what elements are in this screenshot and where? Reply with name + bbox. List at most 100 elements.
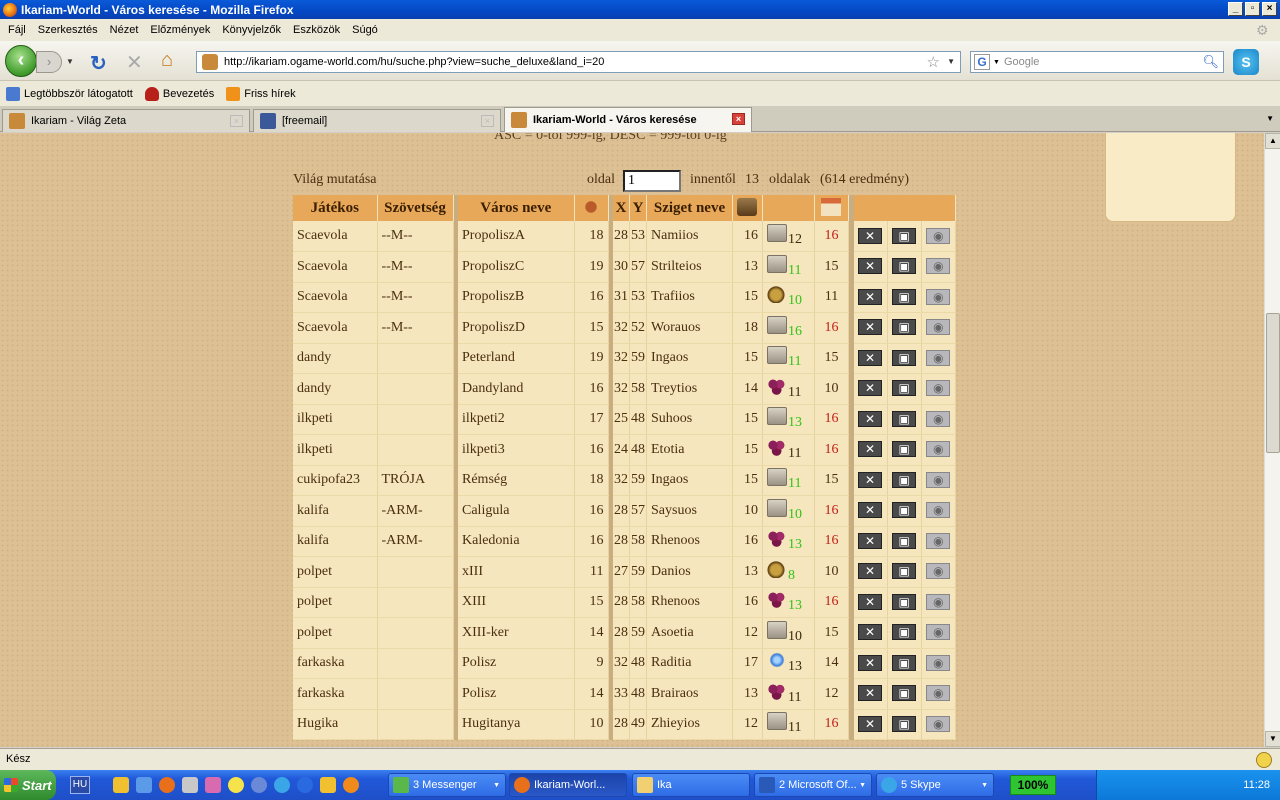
eye-icon[interactable]: ◉	[926, 288, 951, 305]
col-x[interactable]: X	[613, 195, 630, 221]
reload-button[interactable]: ↻	[90, 51, 107, 76]
city-cell[interactable]: PropoliszA	[458, 221, 575, 252]
menu-view[interactable]: Nézet	[104, 24, 145, 36]
city-cell[interactable]: xIII	[458, 556, 575, 588]
alliance-cell[interactable]	[377, 678, 454, 710]
player-cell[interactable]: polpet	[293, 587, 378, 618]
tab-city-search[interactable]: Ikariam-World - Város keresése ×	[504, 107, 752, 132]
island-cell[interactable]: Etotia	[646, 434, 733, 466]
player-cell[interactable]: dandy	[293, 373, 378, 405]
city-cell[interactable]: PropoliszB	[458, 282, 575, 313]
close-action-icon[interactable]: ✕	[858, 563, 883, 580]
island-cell[interactable]: Ingaos	[646, 465, 733, 496]
alliance-cell[interactable]	[377, 434, 454, 466]
quicklaunch-icon[interactable]	[182, 777, 198, 793]
alliance-cell[interactable]	[377, 617, 454, 649]
quicklaunch-icon[interactable]	[228, 777, 244, 793]
eye-icon[interactable]: ◉	[926, 685, 951, 702]
close-action-icon[interactable]: ✕	[858, 502, 883, 519]
search-box[interactable]: G ▼ Google 🔍︎	[970, 51, 1224, 73]
transport-action-icon[interactable]: ▣	[892, 288, 917, 305]
close-action-icon[interactable]: ✕	[858, 227, 883, 244]
player-cell[interactable]: Scaevola	[293, 251, 378, 283]
city-cell[interactable]: Dandyland	[458, 373, 575, 405]
address-dropdown-icon[interactable]: ▼	[947, 57, 955, 66]
close-action-icon[interactable]: ✕	[858, 471, 883, 488]
city-cell[interactable]: ilkpeti2	[458, 404, 575, 435]
transport-action-icon[interactable]: ▣	[892, 532, 917, 549]
city-cell[interactable]: ilkpeti3	[458, 434, 575, 466]
tab-ikariam-zeta[interactable]: Ikariam - Világ Zeta ×	[2, 109, 250, 132]
island-cell[interactable]: Trafiios	[646, 282, 733, 313]
col-wonder-icon[interactable]	[814, 195, 849, 221]
city-cell[interactable]: Polisz	[458, 678, 575, 710]
transport-action-icon[interactable]: ▣	[892, 349, 917, 366]
player-cell[interactable]: kalifa	[293, 526, 378, 557]
city-cell[interactable]: PropoliszD	[458, 312, 575, 344]
transport-action-icon[interactable]: ▣	[892, 258, 917, 275]
search-input[interactable]: Google	[1004, 56, 1039, 68]
island-cell[interactable]: Suhoos	[646, 404, 733, 435]
col-island[interactable]: Sziget neve	[646, 195, 733, 221]
close-action-icon[interactable]: ✕	[858, 288, 883, 305]
alliance-cell[interactable]: --M--	[377, 221, 454, 252]
task-skype[interactable]: 5 Skype ▼	[876, 773, 994, 797]
eye-icon[interactable]: ◉	[926, 563, 951, 580]
city-cell[interactable]: Hugitanya	[458, 709, 575, 740]
island-cell[interactable]: Zhieyios	[646, 709, 733, 740]
eye-icon[interactable]: ◉	[926, 502, 951, 519]
close-action-icon[interactable]: ✕	[858, 410, 883, 427]
address-url[interactable]: http://ikariam.ogame-world.com/hu/suche.…	[224, 56, 604, 68]
quicklaunch-icon[interactable]	[113, 777, 129, 793]
quicklaunch-icon[interactable]	[205, 777, 221, 793]
transport-action-icon[interactable]: ▣	[892, 563, 917, 580]
player-cell[interactable]: ilkpeti	[293, 434, 378, 466]
player-cell[interactable]: Scaevola	[293, 221, 378, 252]
alliance-cell[interactable]: --M--	[377, 251, 454, 283]
search-icon[interactable]: 🔍︎	[1202, 54, 1219, 70]
alliance-cell[interactable]: TRÓJA	[377, 465, 454, 496]
city-cell[interactable]: XIII-ker	[458, 617, 575, 649]
forward-button[interactable]: ›	[36, 51, 62, 73]
island-cell[interactable]: Namiios	[646, 221, 733, 252]
transport-action-icon[interactable]: ▣	[892, 319, 917, 336]
minimize-button[interactable]: _	[1228, 2, 1243, 16]
alliance-cell[interactable]: --M--	[377, 312, 454, 344]
eye-icon[interactable]: ◉	[926, 471, 951, 488]
col-y[interactable]: Y	[629, 195, 647, 221]
close-action-icon[interactable]: ✕	[858, 685, 883, 702]
menu-edit[interactable]: Szerkesztés	[32, 24, 104, 36]
eye-icon[interactable]: ◉	[926, 441, 951, 458]
close-action-icon[interactable]: ✕	[858, 319, 883, 336]
skype-quicklaunch-icon[interactable]	[274, 777, 290, 793]
eye-icon[interactable]: ◉	[926, 227, 951, 244]
transport-action-icon[interactable]: ▣	[892, 654, 917, 671]
transport-action-icon[interactable]: ▣	[892, 685, 917, 702]
task-office[interactable]: 2 Microsoft Of... ▼	[754, 773, 872, 797]
scroll-thumb[interactable]	[1266, 313, 1280, 453]
player-cell[interactable]: ilkpeti	[293, 404, 378, 435]
close-tab-icon[interactable]: ×	[230, 115, 243, 127]
page-number-input[interactable]: 1	[623, 170, 681, 192]
address-bar[interactable]: http://ikariam.ogame-world.com/hu/suche.…	[196, 51, 961, 73]
firefox-quicklaunch-icon[interactable]	[159, 777, 175, 793]
close-action-icon[interactable]: ✕	[858, 349, 883, 366]
tab-freemail[interactable]: [freemail] ×	[253, 109, 501, 132]
vertical-scrollbar[interactable]: ▲ ▼	[1264, 133, 1280, 747]
quicklaunch-icon[interactable]	[136, 777, 152, 793]
all-tabs-dropdown-icon[interactable]: ▼	[1266, 114, 1274, 123]
skype-toolbar-icon[interactable]: S	[1233, 49, 1259, 75]
eye-icon[interactable]: ◉	[926, 624, 951, 641]
smiley-icon[interactable]	[1256, 752, 1272, 768]
start-button[interactable]: Start	[0, 770, 56, 800]
transport-action-icon[interactable]: ▣	[892, 380, 917, 397]
zoom-indicator[interactable]: 100%	[1010, 775, 1056, 795]
col-alliance[interactable]: Szövetség	[377, 195, 454, 221]
transport-action-icon[interactable]: ▣	[892, 502, 917, 519]
menu-file[interactable]: Fájl	[2, 24, 32, 36]
player-cell[interactable]: dandy	[293, 343, 378, 374]
city-cell[interactable]: PropoliszC	[458, 251, 575, 283]
island-cell[interactable]: Danios	[646, 556, 733, 588]
city-cell[interactable]: Peterland	[458, 343, 575, 374]
alliance-cell[interactable]: -ARM-	[377, 495, 454, 527]
